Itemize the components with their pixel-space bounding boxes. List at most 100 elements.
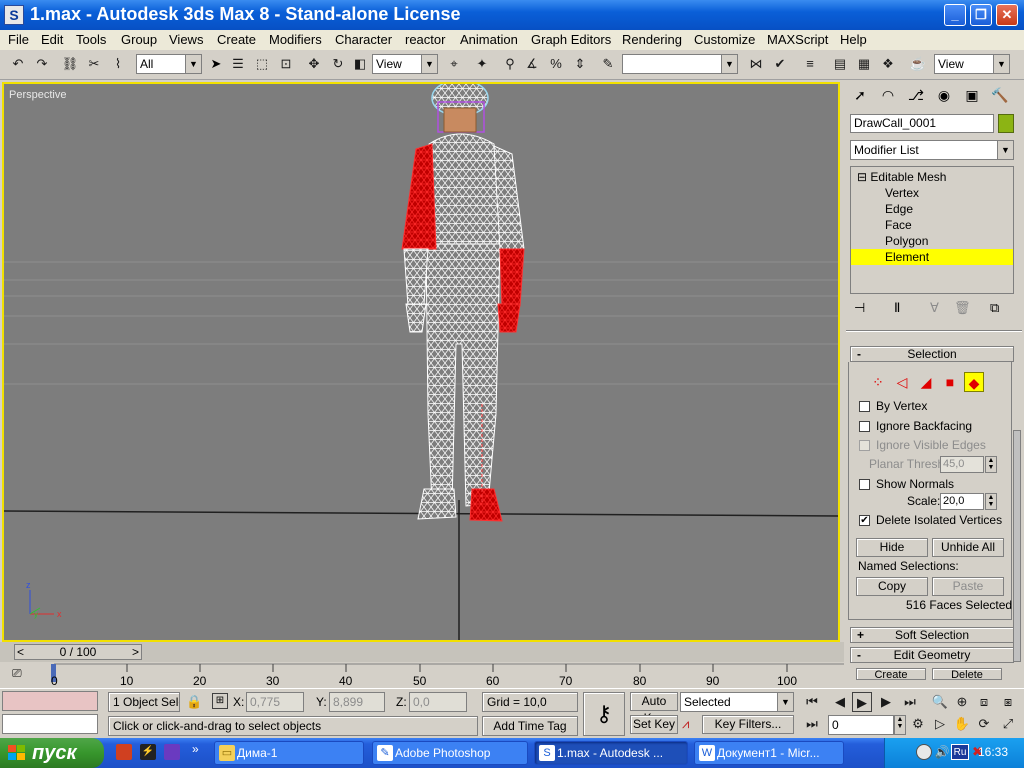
previous-frame-icon[interactable]: ◀ [830, 692, 850, 712]
zoom-extents-all-icon[interactable]: ⧆ [998, 692, 1018, 712]
taskbar-button-folder[interactable]: ▭ Дима-1 [214, 741, 364, 765]
curve-editor-icon[interactable]: ▤ [830, 54, 850, 74]
object-color-swatch[interactable] [998, 114, 1014, 133]
zoom-extents-icon[interactable]: ⧈ [974, 692, 994, 712]
hide-button[interactable]: Hide [856, 538, 928, 557]
menu-graph-editors[interactable]: Graph Editors [531, 32, 611, 47]
restore-button[interactable]: ❐ [970, 4, 992, 26]
set-keys-key-icon[interactable]: ⚷ [583, 692, 625, 736]
maximize-viewport-icon[interactable]: ⤢ [998, 714, 1018, 734]
paste-button[interactable]: Paste [932, 577, 1004, 596]
menu-maxscript[interactable]: MAXScript [767, 32, 828, 47]
menu-create[interactable]: Create [217, 32, 256, 47]
element-mode-icon[interactable]: ◆ [964, 372, 984, 392]
pan-view-icon[interactable]: ✋ [952, 714, 972, 734]
menu-file[interactable]: File [8, 32, 29, 47]
default-tangents-icon[interactable]: ⩘ [682, 716, 689, 732]
edit-named-selection-icon[interactable]: ✎ [598, 54, 618, 74]
menu-views[interactable]: Views [169, 32, 203, 47]
layer-manager-icon[interactable]: ≡ [800, 54, 820, 74]
modifier-list-dropdown[interactable]: Modifier List ▼ [850, 140, 1014, 160]
create-button[interactable]: Create [856, 668, 926, 680]
modifier-stack[interactable]: ⊟ Editable Mesh Vertex Edge Face Polygon… [850, 166, 1014, 294]
zoom-icon[interactable]: 🔍 [930, 692, 950, 712]
normal-scale-field[interactable]: 20,0 [940, 493, 984, 510]
menu-edit[interactable]: Edit [41, 32, 63, 47]
y-coordinate-field[interactable]: 8,899 [329, 692, 385, 712]
stack-item-editable-mesh[interactable]: ⊟ Editable Mesh [851, 169, 1013, 185]
planar-thresh-field[interactable]: 45,0 [940, 456, 984, 473]
stack-item-element[interactable]: Element [851, 249, 1013, 265]
named-selection-sets-dropdown[interactable]: ▼ [622, 54, 738, 74]
snap-toggle-icon[interactable]: ⚲ [500, 54, 520, 74]
selection-filter-dropdown[interactable]: All ▼ [136, 54, 202, 74]
quick-launch-app-icon[interactable] [116, 744, 132, 760]
delete-button[interactable]: Delete [932, 668, 1002, 680]
modify-tab-icon[interactable]: ◠ [876, 84, 900, 108]
menu-tools[interactable]: Tools [76, 32, 106, 47]
time-configuration-icon[interactable]: ⚙ [908, 714, 928, 734]
show-normals-checkbox[interactable] [859, 479, 870, 490]
stack-item-edge[interactable]: Edge [851, 201, 1013, 217]
menu-reactor[interactable]: reactor [405, 32, 445, 47]
z-coordinate-field[interactable]: 0,0 [409, 692, 467, 712]
vertex-mode-icon[interactable]: ⁘ [868, 372, 888, 392]
schematic-view-icon[interactable]: ▦ [854, 54, 874, 74]
ignore-backfacing-checkbox[interactable] [859, 421, 870, 432]
key-mode-toggle-icon[interactable]: ⏭ [802, 714, 822, 734]
menu-group[interactable]: Group [121, 32, 157, 47]
window-crossing-icon[interactable]: ⊡ [276, 54, 296, 74]
stack-item-polygon[interactable]: Polygon [851, 233, 1013, 249]
delete-isolated-checkbox[interactable]: ✔ [859, 515, 870, 526]
soft-selection-rollout-header[interactable]: + Soft Selection [850, 627, 1014, 643]
mirror-icon[interactable]: ⋈ [746, 54, 766, 74]
face-mode-icon[interactable]: ◢ [916, 372, 936, 392]
spinner-snap-icon[interactable]: ⇕ [570, 54, 590, 74]
motion-tab-icon[interactable]: ◉ [932, 84, 956, 108]
chevron-right-icon[interactable]: > [132, 645, 139, 659]
create-tab-icon[interactable]: ➚ [848, 84, 872, 108]
key-filters-button[interactable]: Key Filters... [702, 715, 794, 734]
tray-clock-icon[interactable] [916, 744, 932, 760]
pivot-center-icon[interactable]: ⌖ [444, 54, 464, 74]
chevron-left-icon[interactable]: < [17, 645, 24, 659]
tray-speaker-icon[interactable]: 🔊 [934, 744, 950, 760]
quick-launch-player-icon[interactable] [164, 744, 180, 760]
close-button[interactable]: ✕ [996, 4, 1018, 26]
add-time-tag-button[interactable]: Add Time Tag [482, 716, 578, 736]
field-of-view-icon[interactable]: ▷ [930, 714, 950, 734]
lock-selection-icon[interactable]: 🔒 [186, 694, 202, 710]
unhide-all-button[interactable]: Unhide All [932, 538, 1004, 557]
ignore-visible-edges-checkbox[interactable] [859, 440, 870, 451]
command-panel-scrollbar[interactable] [1013, 430, 1021, 662]
time-slider-handle[interactable]: < 0 / 100 > [14, 644, 142, 660]
taskbar-button-3dsmax[interactable]: S 1.max - Autodesk ... [534, 741, 688, 765]
perspective-viewport[interactable]: Perspective x z y [2, 82, 840, 642]
menu-rendering[interactable]: Rendering [622, 32, 682, 47]
unlink-icon[interactable]: ✂ [84, 54, 104, 74]
display-tab-icon[interactable]: ▣ [960, 84, 984, 108]
configure-modifier-sets-icon[interactable]: ⧉ [990, 300, 999, 316]
select-object-icon[interactable]: ➤ [206, 54, 226, 74]
set-key-button[interactable]: Set Key [630, 715, 678, 734]
go-to-end-icon[interactable]: ⏭ [900, 692, 920, 712]
zoom-all-icon[interactable]: ⊕ [952, 692, 972, 712]
undo-icon[interactable]: ↶ [8, 54, 28, 74]
reference-coordinate-dropdown[interactable]: View ▼ [372, 54, 438, 74]
quick-launch-expand-icon[interactable]: » [192, 742, 199, 756]
absolute-mode-icon[interactable]: ⊞ [212, 693, 228, 709]
maxscript-listener-mini[interactable] [2, 691, 98, 711]
edge-mode-icon[interactable]: ◁ [892, 372, 912, 392]
maxscript-input-mini[interactable] [2, 714, 98, 734]
select-and-link-icon[interactable]: ⛓ [60, 54, 80, 74]
make-unique-icon[interactable]: ∀ [930, 300, 939, 316]
utilities-tab-icon[interactable]: 🔨 [988, 84, 1012, 108]
polygon-mode-icon[interactable]: ■ [940, 372, 960, 392]
redo-icon[interactable]: ↷ [32, 54, 52, 74]
by-vertex-checkbox[interactable] [859, 401, 870, 412]
pin-stack-icon[interactable]: ⊣ [854, 300, 865, 316]
percent-snap-icon[interactable]: % [546, 54, 566, 74]
menu-customize[interactable]: Customize [694, 32, 755, 47]
normal-scale-spinner[interactable]: ▲ ▼ [985, 493, 997, 510]
taskbar-button-word[interactable]: W Документ1 - Micr... [694, 741, 844, 765]
